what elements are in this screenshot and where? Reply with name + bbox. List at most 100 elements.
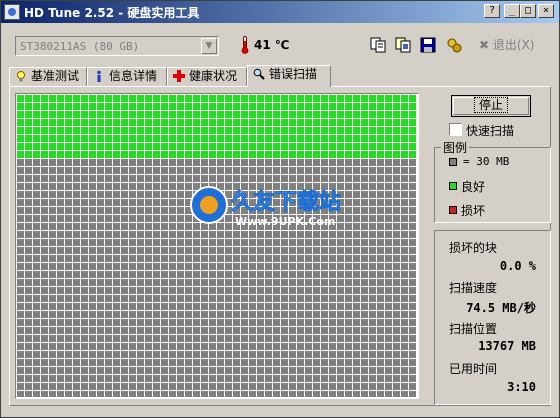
good-block	[145, 119, 152, 126]
unscanned-block	[65, 343, 72, 350]
good-block	[345, 127, 352, 134]
good-block	[137, 103, 144, 110]
quick-scan-label[interactable]: 快速扫描	[466, 122, 514, 139]
unscanned-block	[201, 295, 208, 302]
unscanned-block	[337, 287, 344, 294]
unscanned-block	[89, 199, 96, 206]
unscanned-block	[321, 295, 328, 302]
unscanned-block	[273, 311, 280, 318]
unscanned-block	[369, 351, 376, 358]
unscanned-block	[377, 231, 384, 238]
copy-icon[interactable]	[369, 36, 387, 54]
unscanned-block	[385, 159, 392, 166]
unscanned-block	[393, 375, 400, 382]
unscanned-block	[89, 159, 96, 166]
help-button[interactable]: ?	[484, 4, 500, 18]
good-block	[97, 151, 104, 158]
legend-damaged-label: 损坏	[461, 204, 486, 218]
unscanned-block	[25, 303, 32, 310]
unscanned-block	[41, 391, 48, 397]
good-block	[273, 119, 280, 126]
unscanned-block	[305, 351, 312, 358]
unscanned-block	[201, 287, 208, 294]
unscanned-block	[337, 319, 344, 326]
unscanned-block	[113, 359, 120, 366]
unscanned-block	[121, 375, 128, 382]
unscanned-block	[145, 343, 152, 350]
unscanned-block	[225, 263, 232, 270]
good-block	[409, 127, 416, 134]
unscanned-block	[297, 239, 304, 246]
unscanned-block	[233, 279, 240, 286]
unscanned-block	[297, 295, 304, 302]
quick-scan-checkbox[interactable]	[449, 123, 462, 136]
good-block	[177, 127, 184, 134]
maximize-button[interactable]: □	[520, 4, 536, 18]
unscanned-block	[129, 391, 136, 397]
copy-options-icon[interactable]	[394, 36, 412, 54]
unscanned-block	[161, 191, 168, 198]
tab-benchmark[interactable]: 基准测试	[9, 67, 87, 86]
unscanned-block	[185, 295, 192, 302]
tab-health[interactable]: 健康状况	[167, 67, 247, 86]
good-block	[193, 135, 200, 142]
exit-button[interactable]: ✖ 退出(X)	[479, 36, 534, 53]
tab-error-scan[interactable]: 错误扫描	[247, 65, 331, 87]
unscanned-block	[25, 375, 32, 382]
unscanned-block	[273, 303, 280, 310]
unscanned-block	[113, 287, 120, 294]
stop-button[interactable]: 停止	[451, 95, 531, 117]
unscanned-block	[153, 295, 160, 302]
unscanned-block	[329, 343, 336, 350]
unscanned-block	[385, 327, 392, 334]
unscanned-block	[89, 167, 96, 174]
save-icon[interactable]	[419, 36, 437, 54]
unscanned-block	[17, 247, 24, 254]
close-button[interactable]: ×	[538, 4, 554, 18]
unscanned-block	[329, 247, 336, 254]
good-block	[377, 143, 384, 150]
unscanned-block	[313, 295, 320, 302]
unscanned-block	[401, 263, 408, 270]
tab-info[interactable]: 信息详情	[87, 67, 167, 86]
unscanned-block	[25, 199, 32, 206]
good-block	[201, 127, 208, 134]
good-block	[401, 143, 408, 150]
unscanned-block	[377, 367, 384, 374]
unscanned-block	[337, 311, 344, 318]
options-icon[interactable]	[445, 36, 463, 54]
unscanned-block	[225, 327, 232, 334]
unscanned-block	[353, 319, 360, 326]
unscanned-block	[217, 335, 224, 342]
unscanned-block	[321, 303, 328, 310]
unscanned-block	[377, 183, 384, 190]
drive-select[interactable]: ST380211AS (80 GB) ▼	[15, 36, 219, 56]
good-block	[129, 143, 136, 150]
unscanned-block	[329, 367, 336, 374]
title-bar[interactable]: HD Tune 2.52 - 硬盘实用工具 ? _ □ ×	[1, 1, 559, 23]
chevron-down-icon[interactable]: ▼	[201, 38, 217, 54]
unscanned-block	[177, 351, 184, 358]
unscanned-block	[89, 279, 96, 286]
good-block	[41, 119, 48, 126]
unscanned-block	[249, 247, 256, 254]
unscanned-block	[113, 303, 120, 310]
unscanned-block	[41, 335, 48, 342]
unscanned-block	[297, 311, 304, 318]
unscanned-block	[265, 247, 272, 254]
unscanned-block	[73, 263, 80, 270]
unscanned-block	[201, 247, 208, 254]
unscanned-block	[281, 255, 288, 262]
good-block	[305, 119, 312, 126]
unscanned-block	[289, 255, 296, 262]
unscanned-block	[97, 215, 104, 222]
unscanned-block	[249, 375, 256, 382]
good-block	[177, 143, 184, 150]
unscanned-block	[41, 223, 48, 230]
unscanned-block	[361, 167, 368, 174]
drive-select-value: ST380211AS (80 GB)	[20, 40, 140, 53]
good-block	[233, 111, 240, 118]
good-block	[409, 119, 416, 126]
minimize-button[interactable]: _	[504, 4, 520, 18]
unscanned-block	[337, 359, 344, 366]
